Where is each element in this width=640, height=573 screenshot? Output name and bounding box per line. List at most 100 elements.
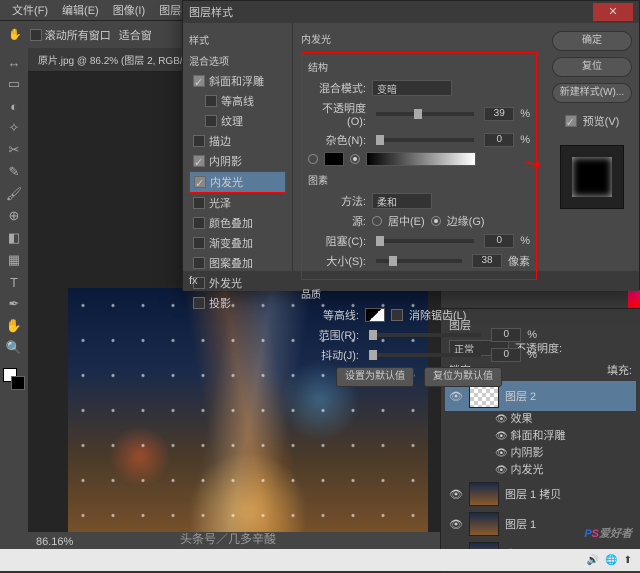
marquee-tool[interactable]: ▭ — [3, 74, 25, 94]
fx-icon[interactable]: fx — [189, 275, 198, 287]
jitter-input[interactable]: 0 — [491, 348, 521, 362]
scroll-all-checkbox[interactable] — [30, 29, 42, 41]
jitter-slider[interactable] — [369, 353, 481, 357]
stamp-tool[interactable]: ⊕ — [3, 206, 25, 226]
lasso-tool[interactable]: ◐ — [3, 96, 25, 116]
opacity-slider[interactable] — [376, 112, 474, 116]
layer-row[interactable]: 👁 图层 1 拷贝 — [445, 479, 636, 509]
fx-inner-glow[interactable]: 👁 内发光 — [445, 462, 636, 479]
noise-input[interactable]: 0 — [484, 133, 514, 147]
preview-checkbox[interactable]: ✓ — [565, 115, 577, 127]
eyedropper-tool[interactable]: ✎ — [3, 162, 25, 182]
style-inner-shadow[interactable]: ✓内阴影 — [189, 151, 286, 171]
style-inner-glow[interactable]: ✓内发光 — [189, 171, 286, 193]
noise-slider[interactable] — [376, 138, 474, 142]
layer-name: 图层 1 拷贝 — [505, 486, 561, 502]
layer-thumb — [469, 482, 499, 506]
style-gradient-overlay[interactable]: 渐变叠加 — [189, 233, 286, 253]
fx-effects[interactable]: 👁 效果 — [445, 411, 636, 428]
size-input[interactable]: 38 — [472, 254, 502, 268]
quality-label: 品质 — [301, 286, 537, 301]
choke-input[interactable]: 0 — [484, 234, 514, 248]
source-center-radio[interactable] — [372, 216, 382, 226]
aa-checkbox[interactable] — [391, 309, 403, 321]
range-slider[interactable] — [369, 333, 481, 337]
dialog-buttons: 确定 复位 新建样式(W)... ✓预览(V) — [545, 23, 639, 271]
color-swatch[interactable] — [324, 152, 344, 166]
styles-header[interactable]: 样式 — [189, 29, 286, 50]
jitter-label: 抖动(J): — [301, 347, 359, 363]
structure-box: 结构 混合模式:变暗 不透明度(O):39% 杂色(N):0% 图素 方法:柔和… — [301, 52, 537, 280]
tray-icon[interactable]: 🔊 — [587, 555, 599, 566]
gradient-radio[interactable] — [350, 154, 360, 164]
styles-list: 样式 混合选项 ✓斜面和浮雕 等高线 纹理 描边 ✓内阴影 ✓内发光 光泽 颜色… — [183, 23, 293, 271]
blend-mode-dropdown[interactable]: 变暗 — [372, 80, 452, 96]
brush-tool[interactable]: 🖌 — [3, 184, 25, 204]
gradient-tool[interactable]: ▦ — [3, 250, 25, 270]
move-tool[interactable]: ↔ — [3, 52, 25, 72]
wand-tool[interactable]: ✧ — [3, 118, 25, 138]
tray-icon[interactable]: 🌐 — [605, 555, 617, 566]
cancel-button[interactable]: 复位 — [552, 57, 632, 77]
color-swatches[interactable] — [3, 368, 25, 390]
style-drop-shadow[interactable]: 投影 — [189, 293, 286, 313]
dialog-titlebar[interactable]: 图层样式 ✕ — [183, 1, 639, 23]
style-pattern-overlay[interactable]: 图案叠加 — [189, 253, 286, 273]
blend-mode-label: 混合模式: — [308, 80, 366, 96]
menu-image[interactable]: 图像(I) — [107, 0, 151, 20]
style-contour[interactable]: 等高线 — [189, 91, 286, 111]
style-bevel[interactable]: ✓斜面和浮雕 — [189, 71, 286, 91]
layer-name: 图层 2 — [505, 388, 536, 404]
visibility-icon[interactable]: 👁 — [449, 518, 463, 531]
technique-dropdown[interactable]: 柔和 — [372, 193, 432, 209]
color-radio[interactable] — [308, 154, 318, 164]
crop-tool[interactable]: ✂ — [3, 140, 25, 160]
style-color-overlay[interactable]: 颜色叠加 — [189, 213, 286, 233]
zoom-level[interactable]: 86.16% — [36, 536, 73, 548]
menu-edit[interactable]: 编辑(E) — [56, 0, 105, 20]
dialog-title: 图层样式 — [189, 4, 233, 20]
visibility-icon[interactable]: 👁 — [449, 390, 463, 403]
style-stroke[interactable]: 描边 — [189, 131, 286, 151]
source-edge-radio[interactable] — [431, 216, 441, 226]
eraser-tool[interactable]: ◧ — [3, 228, 25, 248]
tray-icon[interactable]: ⬆ — [624, 555, 632, 566]
hand-tool[interactable]: ✋ — [3, 316, 25, 336]
make-default-button[interactable]: 设置为默认值 — [336, 367, 414, 387]
contour-picker[interactable] — [365, 308, 385, 322]
attribution-text: 头条号／几多辛酸 — [180, 530, 276, 547]
type-tool[interactable]: T — [3, 272, 25, 292]
close-icon[interactable]: ✕ — [593, 3, 633, 21]
tools-panel: ↔ ▭ ◐ ✧ ✂ ✎ 🖌 ⊕ ◧ ▦ T ✒ ✋ 🔍 — [0, 48, 28, 552]
pen-tool[interactable]: ✒ — [3, 294, 25, 314]
preview-thumbnail — [560, 145, 624, 209]
choke-slider[interactable] — [376, 239, 474, 243]
elements-label: 图素 — [308, 172, 530, 187]
gradient-picker[interactable] — [366, 152, 476, 166]
layer-style-dialog: 图层样式 ✕ 样式 混合选项 ✓斜面和浮雕 等高线 纹理 描边 ✓内阴影 ✓内发… — [182, 0, 640, 290]
visibility-icon[interactable]: 👁 — [449, 488, 463, 501]
menu-file[interactable]: 文件(F) — [6, 0, 54, 20]
new-style-button[interactable]: 新建样式(W)... — [552, 83, 632, 103]
opacity-input[interactable]: 39 — [484, 107, 514, 121]
zoom-tool[interactable]: 🔍 — [3, 338, 25, 358]
style-satin[interactable]: 光泽 — [189, 193, 286, 213]
layer-thumb — [469, 512, 499, 536]
size-slider[interactable] — [376, 259, 462, 263]
range-label: 范围(R): — [301, 327, 359, 343]
taskbar: 🔊 🌐 ⬆ — [0, 549, 640, 571]
fit-window-button[interactable]: 适合窗 — [119, 27, 152, 43]
blending-header[interactable]: 混合选项 — [189, 50, 286, 71]
hand-tool-icon: ✋ — [8, 28, 22, 41]
style-outer-glow[interactable]: 外发光 — [189, 273, 286, 293]
style-settings: 内发光 结构 混合模式:变暗 不透明度(O):39% 杂色(N):0% 图素 方… — [293, 23, 545, 271]
technique-label: 方法: — [308, 193, 366, 209]
reset-default-button[interactable]: 复位为默认值 — [424, 367, 502, 387]
fx-bevel[interactable]: 👁 斜面和浮雕 — [445, 428, 636, 445]
layer-name: 图层 1 — [505, 516, 536, 532]
fx-inner-shadow[interactable]: 👁 内阴影 — [445, 445, 636, 462]
layer-thumb — [469, 384, 499, 408]
style-texture[interactable]: 纹理 — [189, 111, 286, 131]
ok-button[interactable]: 确定 — [552, 31, 632, 51]
range-input[interactable]: 0 — [491, 328, 521, 342]
